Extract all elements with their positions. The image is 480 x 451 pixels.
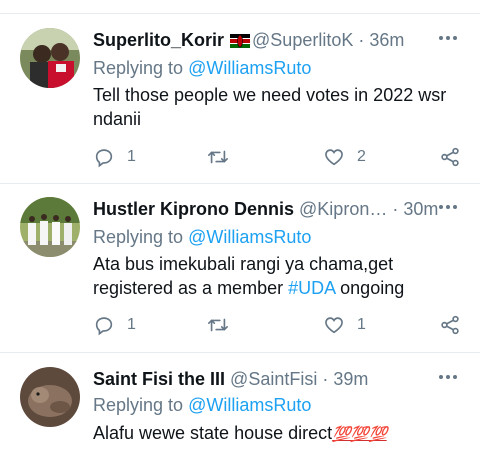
reply-button[interactable]: 1 <box>93 145 136 169</box>
reply-count: 1 <box>127 148 136 165</box>
like-count: 1 <box>357 316 366 333</box>
like-count: 2 <box>357 148 366 165</box>
tweet-divider <box>0 352 480 353</box>
tweet-text: Tell those people we need votes in 2022 … <box>93 83 463 131</box>
handle[interactable]: @SaintFisi <box>230 369 317 389</box>
tweet-body-end: ongoing <box>340 278 405 298</box>
timestamp[interactable]: 36m <box>369 30 404 50</box>
retweet-icon <box>206 314 230 336</box>
share-button[interactable] <box>439 313 461 337</box>
reply-button[interactable]: 1 <box>93 313 136 337</box>
share-button[interactable] <box>439 145 461 169</box>
heart-icon <box>323 146 345 168</box>
reply-icon <box>93 314 115 336</box>
handle[interactable]: @Kipron… <box>299 199 387 219</box>
tweet-header: Superlito_Korir @SuperlitoK · 36m <box>93 28 404 52</box>
timestamp[interactable]: 30m <box>403 199 438 219</box>
mention-link[interactable]: @WilliamsRuto <box>188 58 311 78</box>
retweet-icon <box>206 146 230 168</box>
replying-to: Replying to @WilliamsRuto <box>93 56 311 80</box>
more-icon[interactable] <box>438 197 458 219</box>
tweet-actions: 1 2 <box>0 145 480 169</box>
avatar[interactable] <box>20 197 80 257</box>
tweet-body: Alafu wewe state house direct <box>93 423 333 443</box>
replying-to: Replying to @WilliamsRuto <box>93 225 311 249</box>
tweet-text: Alafu wewe state house direct💯💯💯 <box>93 421 463 447</box>
tweet-body: Tell those people we need votes in 2022 … <box>93 85 447 129</box>
reply-count: 1 <box>127 316 136 333</box>
handle[interactable]: @SuperlitoK <box>252 30 353 50</box>
display-name[interactable]: Saint Fisi the III <box>93 369 225 389</box>
display-name[interactable]: Hustler Kiprono Dennis <box>93 199 294 219</box>
reply-icon <box>93 146 115 168</box>
replying-prefix: Replying to <box>93 395 184 415</box>
hundred-points-emoji: 💯💯💯 <box>332 426 387 443</box>
like-button[interactable]: 2 <box>323 145 366 169</box>
top-divider <box>0 13 480 14</box>
hashtag-link[interactable]: #UDA <box>288 278 335 298</box>
retweet-button[interactable] <box>206 313 230 337</box>
tweet-2[interactable]: Hustler Kiprono Dennis @Kipron… · 30m Re… <box>0 197 480 347</box>
tweet-text: Ata bus imekubali rangi ya chama,get reg… <box>93 252 463 300</box>
avatar[interactable] <box>20 28 80 88</box>
mention-link[interactable]: @WilliamsRuto <box>188 227 311 247</box>
share-icon <box>439 146 461 168</box>
avatar[interactable] <box>20 367 80 427</box>
like-button[interactable]: 1 <box>323 313 366 337</box>
replying-prefix: Replying to <box>93 227 184 247</box>
heart-icon <box>323 314 345 336</box>
retweet-button[interactable] <box>206 145 230 169</box>
more-icon[interactable] <box>438 28 458 50</box>
tweet-header: Saint Fisi the III @SaintFisi · 39m <box>93 367 368 391</box>
tweet-header: Hustler Kiprono Dennis @Kipron… · 30m <box>93 197 438 221</box>
display-name[interactable]: Superlito_Korir <box>93 30 224 50</box>
timestamp[interactable]: 39m <box>333 369 368 389</box>
tweet-divider <box>0 183 480 184</box>
kenya-flag-icon <box>230 30 251 54</box>
share-icon <box>439 314 461 336</box>
replying-prefix: Replying to <box>93 58 184 78</box>
tweet-actions: 1 1 <box>0 313 480 337</box>
tweet-3[interactable]: Saint Fisi the III @SaintFisi · 39m Repl… <box>0 367 480 451</box>
mention-link[interactable]: @WilliamsRuto <box>188 395 311 415</box>
tweet-1[interactable]: Superlito_Korir @SuperlitoK · 36m Replyin… <box>0 28 480 178</box>
replying-to: Replying to @WilliamsRuto <box>93 393 311 417</box>
more-icon[interactable] <box>438 367 458 389</box>
